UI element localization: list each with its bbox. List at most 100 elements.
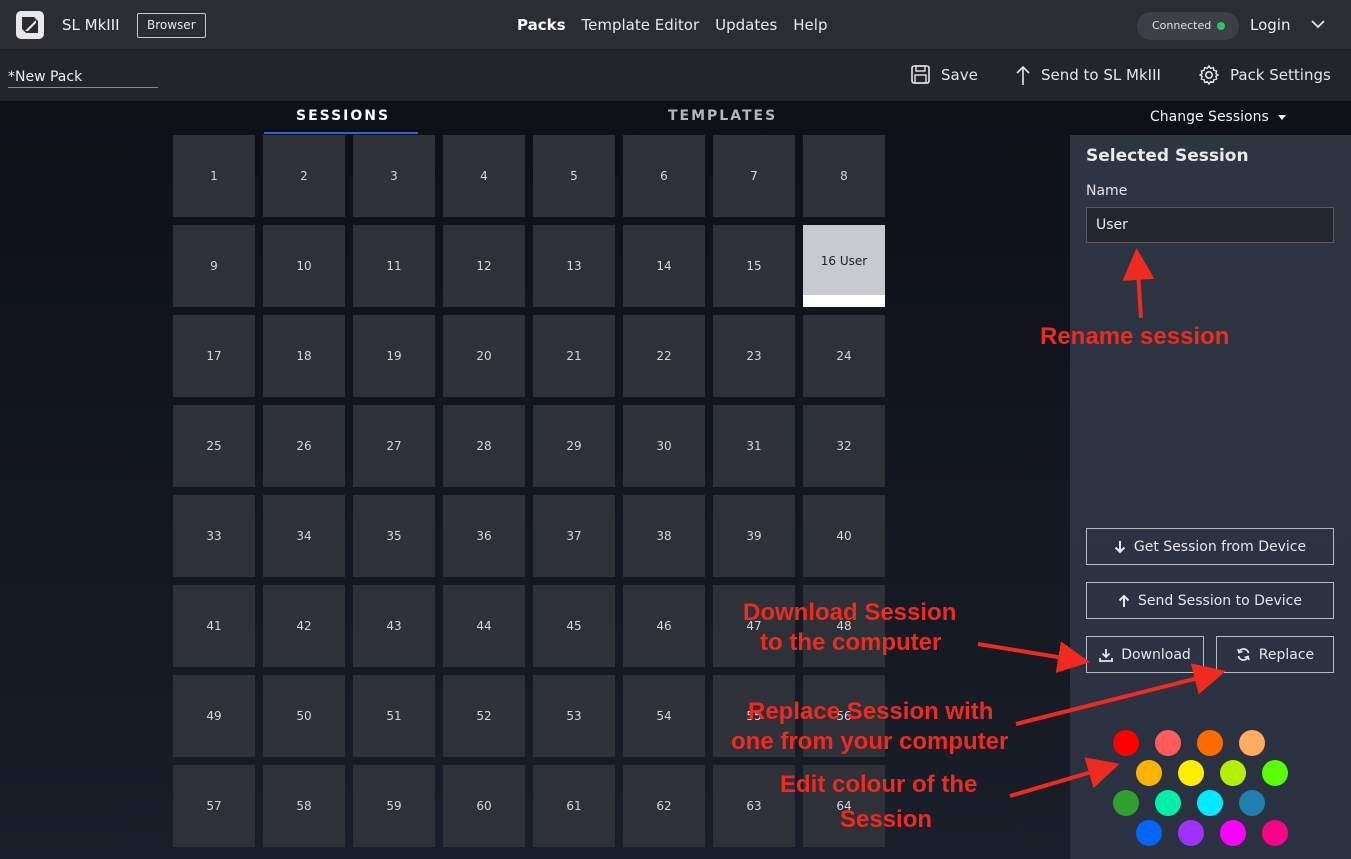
session-cell[interactable]: 26 xyxy=(263,405,345,487)
nav-updates[interactable]: Updates xyxy=(715,16,777,34)
session-cell[interactable]: 19 xyxy=(353,315,435,397)
replace-button[interactable]: Replace xyxy=(1216,636,1334,673)
colour-swatch[interactable] xyxy=(1220,760,1246,786)
colour-swatch[interactable] xyxy=(1113,790,1139,816)
novation-logo-icon[interactable] xyxy=(16,11,44,39)
session-cell[interactable]: 50 xyxy=(263,675,345,757)
session-cell[interactable]: 44 xyxy=(443,585,525,667)
save-button[interactable]: Save xyxy=(910,64,978,85)
annotation-colour-line2: Session xyxy=(840,806,933,833)
session-cell-label: 42 xyxy=(296,619,312,633)
session-cell[interactable]: 41 xyxy=(173,585,255,667)
session-cell[interactable]: 5 xyxy=(533,135,615,217)
session-cell[interactable]: 14 xyxy=(623,225,705,307)
colour-swatch[interactable] xyxy=(1197,790,1223,816)
session-cell[interactable]: 45 xyxy=(533,585,615,667)
session-cell[interactable]: 31 xyxy=(713,405,795,487)
session-cell[interactable]: 2 xyxy=(263,135,345,217)
session-cell[interactable]: 59 xyxy=(353,765,435,847)
session-cell[interactable]: 20 xyxy=(443,315,525,397)
session-cell[interactable]: 12 xyxy=(443,225,525,307)
session-cell[interactable]: 9 xyxy=(173,225,255,307)
session-name-input[interactable] xyxy=(1086,207,1334,243)
session-cell[interactable]: 52 xyxy=(443,675,525,757)
session-cell[interactable]: 6 xyxy=(623,135,705,217)
session-cell[interactable]: 49 xyxy=(173,675,255,757)
session-cell[interactable]: 11 xyxy=(353,225,435,307)
session-cell[interactable]: 29 xyxy=(533,405,615,487)
nav-help[interactable]: Help xyxy=(793,16,827,34)
session-cell[interactable]: 43 xyxy=(353,585,435,667)
send-session-to-device-button[interactable]: Send Session to Device xyxy=(1086,582,1334,619)
session-cell[interactable]: 51 xyxy=(353,675,435,757)
session-cell[interactable]: 62 xyxy=(623,765,705,847)
colour-swatch[interactable] xyxy=(1178,820,1204,846)
colour-swatch[interactable] xyxy=(1239,730,1265,756)
colour-swatch[interactable] xyxy=(1220,820,1246,846)
session-cell[interactable]: 4 xyxy=(443,135,525,217)
nav-template-editor[interactable]: Template Editor xyxy=(582,16,700,34)
session-cell[interactable]: 16 User xyxy=(803,225,885,307)
session-cell[interactable]: 28 xyxy=(443,405,525,487)
session-cell[interactable]: 32 xyxy=(803,405,885,487)
session-cell[interactable]: 33 xyxy=(173,495,255,577)
session-cell[interactable]: 15 xyxy=(713,225,795,307)
colour-swatch[interactable] xyxy=(1136,760,1162,786)
pack-settings-button[interactable]: Pack Settings xyxy=(1198,64,1331,86)
session-cell[interactable]: 13 xyxy=(533,225,615,307)
colour-swatch[interactable] xyxy=(1197,730,1223,756)
session-cell[interactable]: 21 xyxy=(533,315,615,397)
session-cell[interactable]: 57 xyxy=(173,765,255,847)
session-cell[interactable]: 25 xyxy=(173,405,255,487)
get-session-label: Get Session from Device xyxy=(1133,538,1307,555)
session-cell[interactable]: 60 xyxy=(443,765,525,847)
session-cell[interactable]: 42 xyxy=(263,585,345,667)
colour-swatch[interactable] xyxy=(1155,790,1181,816)
session-cell[interactable]: 30 xyxy=(623,405,705,487)
login-link[interactable]: Login xyxy=(1250,16,1290,34)
colour-swatch[interactable] xyxy=(1113,730,1139,756)
colour-swatch[interactable] xyxy=(1262,760,1288,786)
session-cell-label: 6 xyxy=(660,169,668,183)
session-cell[interactable]: 23 xyxy=(713,315,795,397)
tab-templates[interactable]: TEMPLATES xyxy=(668,108,777,124)
session-cell[interactable]: 58 xyxy=(263,765,345,847)
change-sessions-dropdown[interactable]: Change Sessions xyxy=(1150,109,1287,125)
pack-name-input[interactable] xyxy=(8,62,158,88)
colour-swatch[interactable] xyxy=(1239,790,1265,816)
session-cell[interactable]: 37 xyxy=(533,495,615,577)
session-cell-label: 15 xyxy=(746,259,762,273)
colour-swatch[interactable] xyxy=(1136,820,1162,846)
session-cell[interactable]: 22 xyxy=(623,315,705,397)
send-to-device-button[interactable]: Send to SL MkIII xyxy=(1015,64,1161,86)
session-cell[interactable]: 10 xyxy=(263,225,345,307)
nav-packs[interactable]: Packs xyxy=(517,16,566,34)
session-cell[interactable]: 54 xyxy=(623,675,705,757)
get-session-from-device-button[interactable]: Get Session from Device xyxy=(1086,528,1334,565)
session-cell[interactable]: 17 xyxy=(173,315,255,397)
session-cell[interactable]: 1 xyxy=(173,135,255,217)
session-cell-label: 52 xyxy=(476,709,492,723)
colour-swatch[interactable] xyxy=(1262,820,1288,846)
session-cell[interactable]: 3 xyxy=(353,135,435,217)
download-button[interactable]: Download xyxy=(1086,636,1204,673)
session-cell[interactable]: 53 xyxy=(533,675,615,757)
session-cell[interactable]: 35 xyxy=(353,495,435,577)
chevron-down-icon[interactable] xyxy=(1310,18,1326,30)
session-cell[interactable]: 46 xyxy=(623,585,705,667)
session-cell[interactable]: 38 xyxy=(623,495,705,577)
session-cell[interactable]: 7 xyxy=(713,135,795,217)
tab-sessions[interactable]: SESSIONS xyxy=(296,108,390,124)
colour-swatch[interactable] xyxy=(1155,730,1181,756)
session-cell[interactable]: 24 xyxy=(803,315,885,397)
session-cell[interactable]: 8 xyxy=(803,135,885,217)
session-cell[interactable]: 27 xyxy=(353,405,435,487)
session-cell[interactable]: 36 xyxy=(443,495,525,577)
session-cell[interactable]: 40 xyxy=(803,495,885,577)
session-cell[interactable]: 61 xyxy=(533,765,615,847)
session-cell[interactable]: 18 xyxy=(263,315,345,397)
session-cell[interactable]: 39 xyxy=(713,495,795,577)
session-cell[interactable]: 34 xyxy=(263,495,345,577)
colour-swatch[interactable] xyxy=(1178,760,1204,786)
session-cell-label: 10 xyxy=(296,259,312,273)
